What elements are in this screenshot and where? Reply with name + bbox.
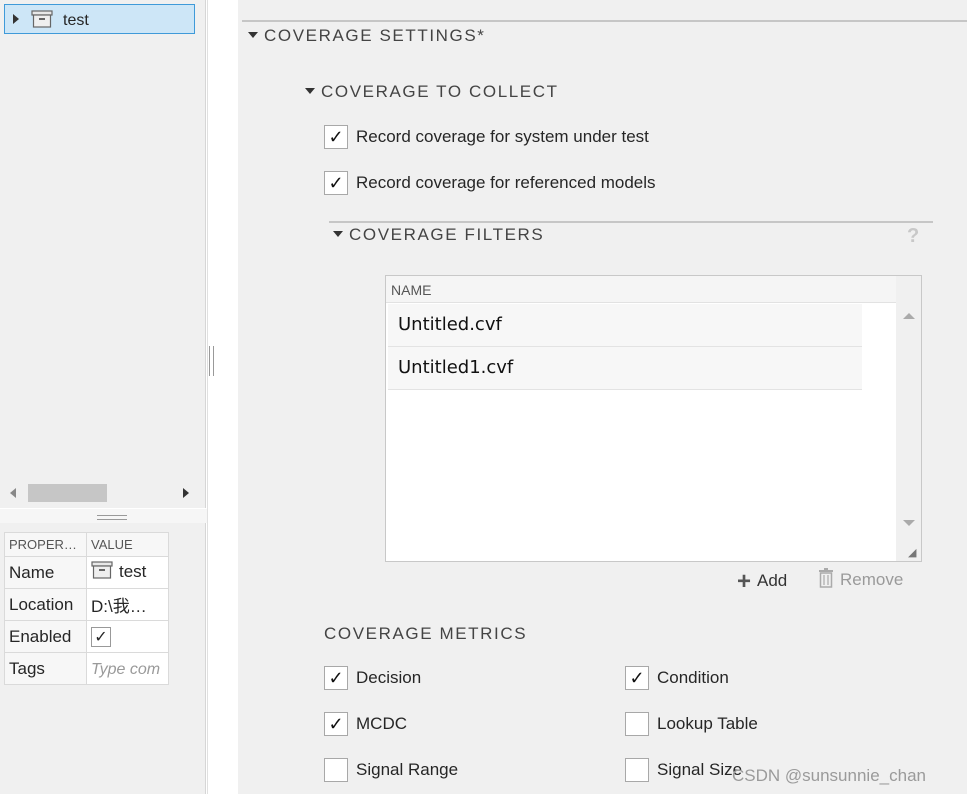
remove-filter-button[interactable]: Remove (818, 568, 903, 593)
mcdc-checkbox[interactable]: ✓ (324, 712, 348, 736)
checkbox-label: MCDC (356, 714, 407, 733)
section-title: COVERAGE METRICS (324, 624, 528, 643)
coverage-filters-header[interactable]: COVERAGE FILTERS (333, 225, 544, 245)
coverage-metrics-header: COVERAGE METRICS (324, 624, 527, 644)
enabled-cell: ✓ (86, 620, 169, 653)
add-button-label: Add (757, 571, 788, 590)
property-key: Enabled (4, 620, 87, 653)
list-item[interactable]: Untitled1.cvf (388, 347, 862, 390)
section-divider (329, 221, 933, 223)
tree-item-test[interactable]: test (4, 4, 195, 34)
condition-checkbox[interactable]: ✓ (625, 666, 649, 690)
property-key: Name (4, 556, 87, 589)
checkbox-label: Signal Size (657, 760, 743, 779)
plus-icon: + (737, 568, 752, 595)
section-divider (242, 20, 967, 22)
signal-size-checkbox[interactable] (625, 758, 649, 782)
name-value: test (119, 561, 147, 581)
tree-item-label: test (63, 12, 89, 29)
expand-arrow-icon[interactable] (13, 14, 19, 24)
horizontal-splitter[interactable] (0, 509, 207, 523)
property-row-location: Location D:\我… (4, 588, 169, 621)
checkbox-label: Record coverage for referenced models (356, 173, 656, 192)
section-title: COVERAGE TO COLLECT (321, 82, 559, 101)
test-suite-icon (31, 10, 53, 28)
scroll-left-icon[interactable] (10, 488, 16, 498)
collapse-caret-icon[interactable] (305, 87, 315, 94)
property-value-name[interactable]: test (86, 556, 169, 589)
list-item[interactable]: Untitled.cvf (388, 304, 862, 347)
column-header-name: NAME (391, 282, 432, 298)
scroll-up-icon[interactable] (903, 313, 915, 319)
checkbox-label: Condition (657, 668, 729, 687)
vertical-splitter[interactable] (209, 346, 214, 376)
watermark-text: CSDN @sunsunnie_chan (732, 766, 926, 785)
horizontal-scrollbar[interactable] (4, 482, 197, 504)
lookup-table-checkbox[interactable] (625, 712, 649, 736)
location-value: D:\我… (86, 588, 169, 621)
tags-input[interactable]: Type com (86, 652, 169, 685)
test-browser-panel: test (0, 0, 206, 508)
trash-icon (818, 568, 834, 593)
section-title: COVERAGE SETTINGS* (264, 26, 486, 45)
checkbox-label: Record coverage for system under test (356, 127, 649, 146)
scroll-right-icon[interactable] (183, 488, 189, 498)
column-header-property: PROPER… (4, 532, 87, 557)
record-system-checkbox[interactable]: ✓ (324, 125, 348, 149)
help-icon[interactable]: ? (907, 225, 919, 248)
coverage-filter-list[interactable]: NAME Untitled.cvf Untitled1.cvf ◢ (385, 275, 922, 562)
column-header-value: VALUE (86, 532, 169, 557)
panel-gutter (207, 0, 239, 794)
checkbox-label: Lookup Table (657, 714, 758, 733)
checkbox-label: Signal Range (356, 760, 459, 779)
vertical-scrollbar[interactable]: ◢ (896, 276, 921, 561)
property-panel: PROPER… VALUE Name test Location D:\我… E… (0, 523, 206, 794)
tags-placeholder: Type com (91, 660, 161, 678)
splitter-grip-icon[interactable] (97, 515, 127, 520)
property-key: Location (4, 588, 87, 621)
filter-file-name: Untitled.cvf (398, 314, 502, 335)
list-column-header[interactable]: NAME (386, 276, 896, 303)
test-suite-icon (91, 561, 113, 584)
record-referenced-checkbox[interactable]: ✓ (324, 171, 348, 195)
decision-checkbox[interactable]: ✓ (324, 666, 348, 690)
scrollbar-thumb[interactable] (28, 484, 107, 502)
property-key: Tags (4, 652, 87, 685)
property-row-enabled: Enabled ✓ (4, 620, 169, 653)
property-row-name: Name test (4, 556, 169, 589)
scroll-down-icon[interactable] (903, 520, 915, 526)
coverage-to-collect-header[interactable]: COVERAGE TO COLLECT (305, 82, 559, 102)
remove-button-label: Remove (840, 570, 904, 589)
coverage-settings-header[interactable]: COVERAGE SETTINGS* (248, 26, 486, 46)
section-title: COVERAGE FILTERS (349, 225, 545, 244)
filter-file-name: Untitled1.cvf (398, 357, 514, 378)
add-filter-button[interactable]: + Add (737, 568, 787, 596)
collapse-caret-icon[interactable] (333, 230, 343, 237)
collapse-caret-icon[interactable] (248, 31, 258, 38)
enabled-checkbox[interactable]: ✓ (91, 626, 111, 647)
coverage-settings-panel: COVERAGE SETTINGS* COVERAGE TO COLLECT ✓… (238, 0, 967, 794)
checkbox-label: Decision (356, 668, 422, 687)
resize-grip-icon[interactable]: ◢ (908, 546, 916, 559)
property-row-tags: Tags Type com (4, 652, 169, 685)
property-table: PROPER… VALUE Name test Location D:\我… E… (4, 532, 169, 685)
signal-range-checkbox[interactable] (324, 758, 348, 782)
